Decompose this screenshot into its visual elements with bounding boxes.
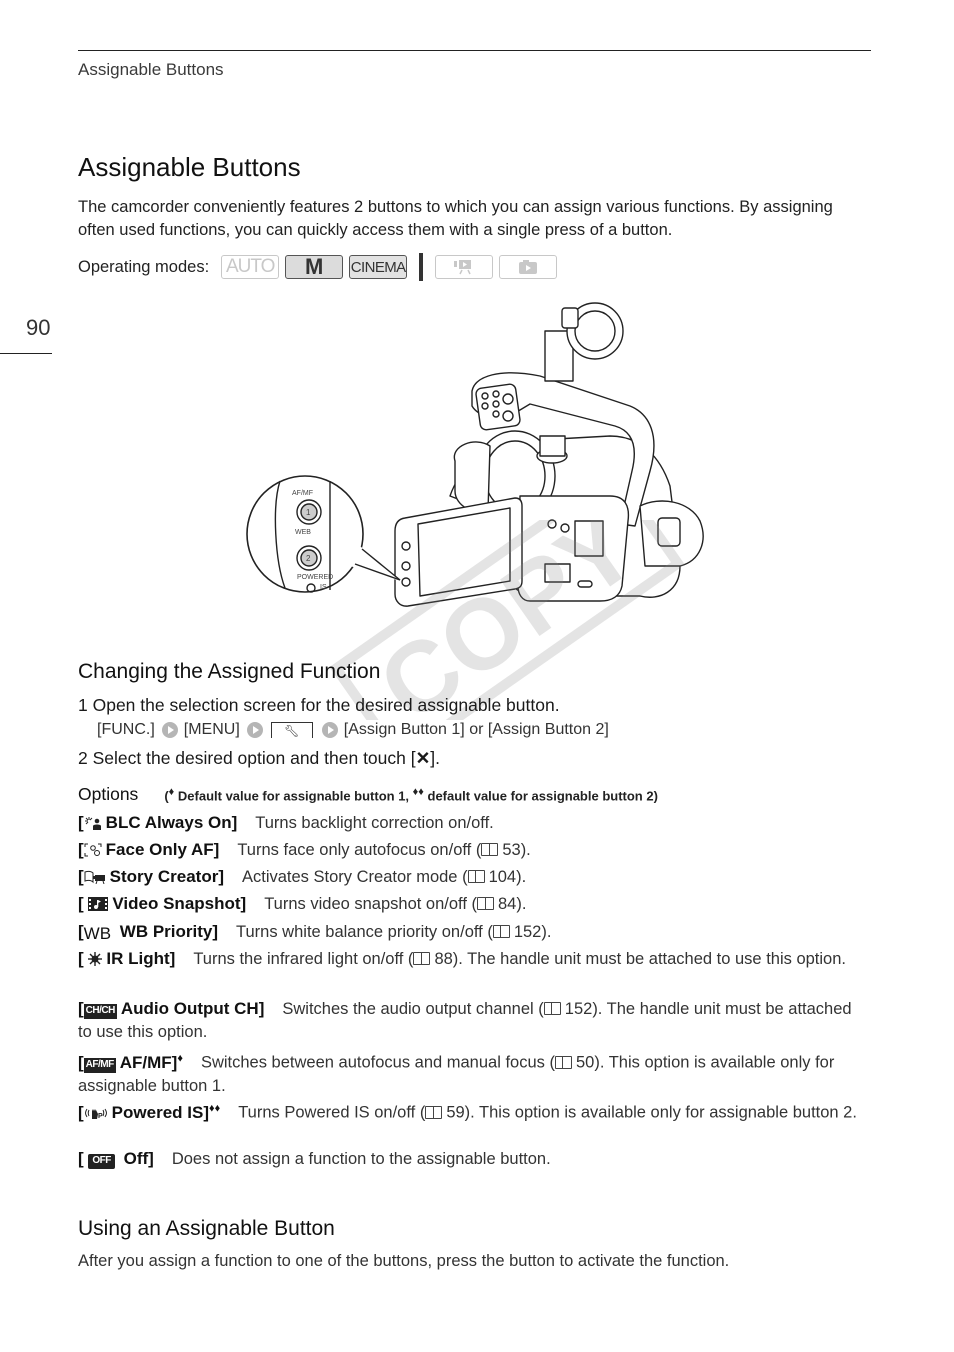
wb-icon: WB	[83, 924, 112, 943]
option-item: [WB WB Priority] Turns white balance prio…	[78, 922, 552, 943]
arrow-right-icon	[321, 722, 338, 738]
option-item: [BLC Always On] Turns backlight correctio…	[78, 811, 868, 836]
intro-paragraph: The camcorder conveniently features 2 bu…	[78, 198, 833, 239]
button2-number: 2	[306, 554, 311, 563]
option-item: [AF/MF AF/MF]♦ Switches between autofocus …	[78, 1052, 835, 1095]
option-item: [P Powered IS]♦♦ Turns Powered IS on/off (…	[78, 1097, 868, 1126]
step-2: 2 Select the desired option and then tou…	[78, 748, 440, 769]
story-creator-icon	[84, 867, 106, 890]
option-item: [CH/CH Audio Output CH] Switches the audio…	[78, 999, 852, 1041]
option-name: Story Creator]	[109, 867, 224, 886]
book-icon	[554, 1055, 572, 1069]
arrow-right-icon	[161, 722, 178, 738]
mode-photo-playback-icon	[499, 255, 558, 279]
camcorder-illustration: AF/MF 1 WEB 2 POWERED IS	[246, 302, 704, 607]
option-name: Face Only AF]	[105, 840, 220, 859]
powered-is-icon: P	[84, 1103, 108, 1126]
options-note: (♦ Default value for assignable button 1…	[164, 785, 658, 803]
page-number-rule	[0, 353, 52, 354]
button1-number: 1	[306, 508, 311, 517]
operating-modes: Operating modes: AUTO M CINEMA	[78, 253, 563, 281]
button1-bottom-label: WEB	[295, 529, 311, 536]
page-title: Assignable Buttons	[78, 152, 301, 182]
book-icon	[467, 870, 485, 883]
options-header: Options (♦ Default value for assignable …	[78, 784, 658, 805]
button2-sub-label: IS	[320, 584, 327, 591]
option-name: IR Light]	[106, 949, 176, 968]
option-item: [Face Only AF] Turns face only autofocus …	[78, 838, 868, 863]
option-name: Video Snapshot]	[112, 894, 247, 913]
button1-top-label: AF/MF	[292, 490, 313, 497]
mode-separator	[419, 253, 424, 281]
svg-text:P: P	[98, 1113, 103, 1120]
step-2-suffix: ].	[430, 748, 441, 768]
video-snapshot-icon	[88, 894, 109, 917]
step-2-text: 2 Select the desired option and then tou…	[78, 748, 416, 768]
option-name: Audio Output CH]	[120, 999, 265, 1018]
option-item: [ OFF Off] Does not assign a function to …	[78, 1149, 551, 1169]
option-item: [Story Creator] Activates Story Creator m…	[78, 865, 868, 890]
options-label: Options	[78, 784, 139, 804]
arrow-right-icon	[246, 722, 263, 738]
operating-modes-label: Operating modes:	[78, 257, 210, 276]
option-item: [ IR Light] Turns the infrared light on/o…	[78, 947, 868, 972]
path-menu: [MENU]	[183, 721, 240, 738]
off-icon: OFF	[88, 1154, 115, 1169]
book-icon	[481, 843, 499, 856]
wrench-tab-icon: 🔧︎	[270, 722, 313, 738]
using-paragraph: After you assign a function to one of th…	[78, 1252, 730, 1270]
ir-light-icon	[88, 949, 103, 972]
option-name: Powered IS]	[111, 1102, 209, 1122]
double-diamond-icon: ♦♦	[412, 785, 424, 798]
header-rule	[78, 50, 871, 51]
menu-path: [FUNC.] [MENU] 🔧︎ [Assign Button 1] or […	[97, 721, 609, 739]
mode-cinema-icon: CINEMA	[349, 255, 408, 279]
book-icon	[492, 925, 510, 938]
button2-label: POWERED	[297, 574, 333, 581]
running-head: Assignable Buttons	[78, 60, 224, 79]
option-name: BLC Always On]	[105, 813, 238, 832]
option-name: Off]	[123, 1149, 154, 1168]
book-icon	[425, 1105, 443, 1119]
option-desc: Turns backlight correction on/off.	[255, 814, 494, 832]
section-heading-change: Changing the Assigned Function	[78, 660, 381, 683]
face-af-icon	[84, 840, 102, 863]
mode-manual-icon: M	[285, 254, 344, 279]
book-icon	[543, 1002, 561, 1015]
blc-icon	[84, 813, 102, 836]
mode-auto-icon: AUTO	[221, 255, 280, 279]
book-icon	[477, 897, 494, 910]
mode-video-playback-icon	[435, 255, 494, 279]
option-name: AF/MF]	[119, 1052, 178, 1072]
audio-ch-icon: CH/CH	[83, 1004, 117, 1019]
af-mf-icon: AF/MF	[83, 1057, 116, 1073]
section-heading-using: Using an Assignable Button	[78, 1217, 335, 1240]
option-name: WB Priority]	[119, 922, 219, 941]
option-item: [ Video Snapshot] Turns video snapshot on…	[78, 892, 868, 917]
double-diamond-icon: ♦♦	[208, 1102, 221, 1114]
book-icon	[413, 952, 431, 965]
page-number: 90	[26, 315, 51, 340]
diamond-icon: ♦	[177, 1052, 183, 1064]
step-1: 1 Open the selection screen for the desi…	[78, 695, 560, 715]
path-func: [FUNC.]	[97, 721, 155, 738]
close-icon: ✕	[415, 748, 431, 768]
path-assign-button: [Assign Button 1] or [Assign Button 2]	[343, 721, 609, 738]
